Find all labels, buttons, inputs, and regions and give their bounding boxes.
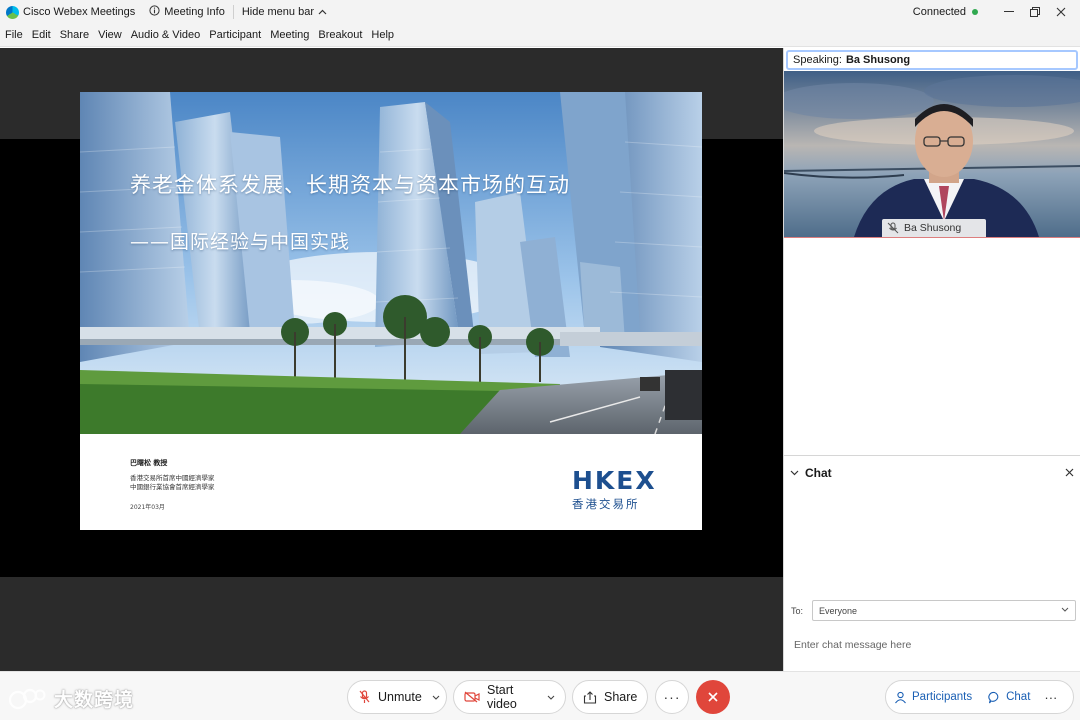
leave-meeting-button[interactable] [696, 680, 730, 714]
menu-view[interactable]: View [95, 29, 125, 41]
participant-video-tile[interactable]: Ba Shusong [784, 71, 1080, 237]
video-tile-divider [784, 237, 1080, 238]
chat-panel-header[interactable]: Chat [790, 466, 832, 480]
microphone-muted-icon [887, 222, 899, 234]
unmute-button[interactable]: Unmute [347, 680, 447, 714]
participant-name-tag: Ba Shusong [882, 219, 986, 237]
app-title: Cisco Webex Meetings [23, 6, 136, 18]
slide-cityscape-image [80, 92, 702, 434]
more-options-button[interactable]: ··· [655, 680, 689, 714]
video-off-icon [464, 691, 480, 703]
shared-slide: 养老金体系发展、长期资本与资本市场的互动 ——国际经验与中国实践 巴曙松 教授 … [80, 92, 702, 530]
meeting-info-button[interactable]: Meeting Info [141, 0, 233, 24]
chevron-down-icon [1061, 604, 1069, 614]
info-icon [149, 5, 160, 19]
slide-subtitle: ——国际经验与中国实践 [130, 231, 351, 253]
close-chat-button[interactable] [1065, 464, 1074, 480]
person-icon [894, 691, 907, 704]
participants-button[interactable]: Participants [886, 680, 980, 714]
menu-participant[interactable]: Participant [206, 29, 264, 41]
chat-to-label: To: [791, 606, 804, 616]
watermark-text: 大数跨境 [54, 689, 135, 711]
chat-recipient-select[interactable]: Everyone [812, 600, 1076, 621]
slide-author-title-2: 中國銀行業協會首席經濟學家 [130, 483, 215, 491]
chat-message-input[interactable] [794, 633, 1074, 657]
more-options-label: ··· [663, 689, 681, 705]
chevron-up-icon [318, 6, 327, 18]
connection-status: Connected [912, 6, 966, 18]
close-icon [1056, 7, 1066, 17]
menu-audio-video[interactable]: Audio & Video [128, 29, 204, 41]
close-window-button[interactable] [1048, 0, 1074, 24]
close-icon [1065, 468, 1074, 477]
microphone-muted-icon [358, 690, 371, 704]
chevron-down-icon [790, 468, 799, 479]
meeting-info-label: Meeting Info [164, 6, 225, 18]
chat-panel: Chat To: Everyone [784, 455, 1080, 671]
hkex-logo: HKEX [572, 466, 657, 495]
chevron-down-icon[interactable] [432, 692, 440, 702]
restore-icon [1030, 7, 1040, 17]
start-video-button[interactable]: Start video [453, 680, 566, 714]
chat-panel-title: Chat [805, 466, 832, 480]
right-panel: Speaking: Ba Shusong Ba Shusong Chat To:… [783, 48, 1080, 671]
title-bar: Cisco Webex Meetings Meeting Info Hide m… [0, 0, 1080, 24]
share-button[interactable]: Share [572, 680, 648, 714]
menu-meeting[interactable]: Meeting [267, 29, 312, 41]
more-panels-button[interactable]: ··· [1038, 690, 1057, 705]
chat-label: Chat [1006, 691, 1031, 703]
hide-menu-bar-label: Hide menu bar [241, 6, 314, 18]
connection-status-dot [972, 9, 978, 15]
slide-title: 养老金体系发展、长期资本与资本市场的互动 [130, 173, 570, 197]
restore-button[interactable] [1022, 0, 1048, 24]
participants-label: Participants [912, 691, 973, 703]
speaking-label: Speaking: [793, 54, 842, 66]
hide-menu-bar-button[interactable]: Hide menu bar [234, 0, 335, 24]
webex-logo-icon [6, 5, 19, 19]
chat-button[interactable]: Chat [980, 680, 1038, 714]
menu-edit[interactable]: Edit [29, 29, 54, 41]
speaking-name: Ba Shusong [845, 54, 911, 66]
participant-name: Ba Shusong [904, 222, 962, 234]
panels-button-group: Participants Chat ··· [885, 680, 1074, 714]
slide-author-name: 巴曙松 教授 [130, 459, 168, 467]
menu-bar: File Edit Share View Audio & Video Parti… [0, 24, 1080, 47]
chat-bubble-icon [988, 691, 1001, 704]
start-video-label: Start video [487, 683, 517, 711]
slide-footer: 巴曙松 教授 香港交易所首席中國經濟學家 中國銀行業協會首席經濟學家 2021年… [80, 434, 702, 530]
participant-video [784, 71, 1080, 237]
watermark-logo [8, 688, 46, 709]
share-label: Share [604, 690, 638, 704]
menu-file[interactable]: File [2, 29, 26, 41]
share-icon [583, 690, 597, 704]
close-icon [708, 692, 718, 702]
watermark: 大数跨境 [8, 685, 134, 712]
menu-help[interactable]: Help [368, 29, 397, 41]
menu-breakout[interactable]: Breakout [315, 29, 365, 41]
minimize-icon [1004, 11, 1014, 12]
meeting-controls-bar: Unmute Start video Share ··· Participant… [0, 671, 1080, 720]
chevron-down-icon[interactable] [547, 692, 555, 702]
menu-share[interactable]: Share [57, 29, 92, 41]
hkex-logo-chinese: 香港交易所 [572, 497, 640, 511]
slide-date: 2021年03月 [130, 504, 165, 511]
chat-recipient-value: Everyone [819, 605, 858, 616]
minimize-button[interactable] [996, 0, 1022, 24]
unmute-label: Unmute [378, 690, 422, 704]
active-speaker-bar: Speaking: Ba Shusong [786, 50, 1078, 70]
